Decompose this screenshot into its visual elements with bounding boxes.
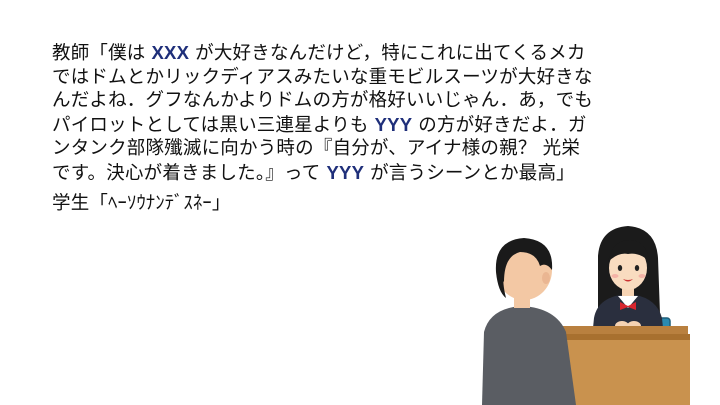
student-line: 学生「ﾍｰｿｳﾅﾝﾃﾞｽﾈｰ」	[52, 193, 231, 214]
teacher-text: が言うシーンとか最高」	[370, 162, 575, 184]
placeholder-yyy: YYY	[326, 161, 365, 183]
teacher-student-desk-illustration	[482, 226, 690, 405]
teacher-text: が大好きなんだけど，特にこれに出てくるメカ	[195, 43, 586, 64]
teacher-line-3: んだよね．グフなんかよりドムの方が格好いいじゃん．あ，でも	[52, 90, 594, 111]
teacher-line-1: 教師「僕は XXX が大好きなんだけど，特にこれに出てくるメカ	[52, 41, 682, 66]
dialogue-text: 教師「僕は XXX が大好きなんだけど，特にこれに出てくるメカ ではドムとかリックデ…	[52, 41, 682, 216]
teacher-line-2: ではドムとかリックディアスみたいな重モビルスーツが大好きな	[52, 66, 593, 88]
teacher-text: 教師「僕は	[52, 43, 146, 64]
teacher-line-6: です。決心が着きました。』って YYY が言うシーンとか最高」	[52, 161, 682, 186]
student-figure-icon	[592, 226, 664, 338]
teacher-text: です。決心が着きました。』って	[52, 162, 321, 184]
placeholder-xxx: XXX	[151, 42, 190, 63]
placeholder-yyy: YYY	[374, 113, 413, 135]
teacher-text: の方が好きだよ．ガ	[418, 114, 587, 136]
teacher-line-5: ンタンク部隊殲滅に向かう時の『自分が、アイナ様の親？ 光栄	[52, 138, 581, 159]
teacher-figure-icon	[482, 238, 576, 405]
teacher-text: パイロットとしては黒い三連星よりも	[52, 114, 369, 136]
teacher-line-4: パイロットとしては黒い三連星よりも YYY の方が好きだよ．ガ	[52, 113, 682, 138]
